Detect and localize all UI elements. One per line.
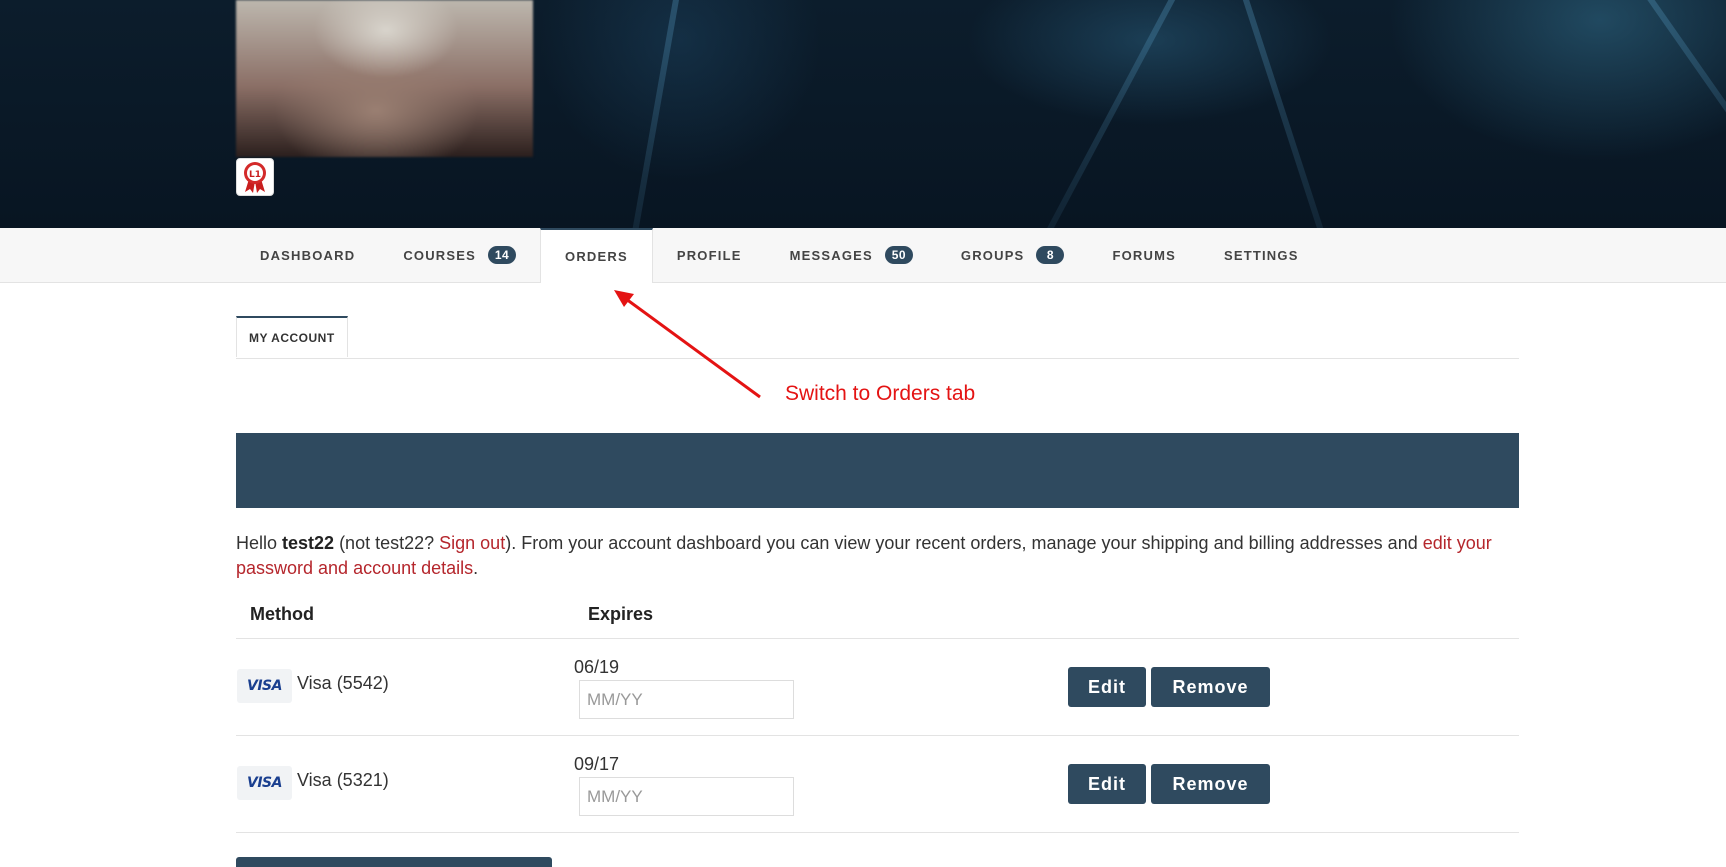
count-badge: 14 — [488, 246, 517, 264]
tab-my-account[interactable]: MY ACCOUNT — [236, 316, 348, 357]
achievement-badge-icon[interactable]: L1 — [236, 158, 274, 196]
tab-label: GROUPS — [960, 247, 1025, 263]
tab-dashboard[interactable]: DASHBOARD — [236, 228, 379, 282]
add-payment-method-button[interactable] — [236, 857, 552, 867]
tab-label: DASHBOARD — [260, 247, 356, 263]
cover-light-ray — [993, 0, 1196, 228]
count-badge: 8 — [1036, 246, 1065, 264]
column-header-method: Method — [250, 604, 314, 624]
account-subtabs: MY ACCOUNT — [236, 316, 1519, 359]
account-intro-text: Hello test22 (not test22? Sign out). Fro… — [236, 531, 1519, 581]
visa-card-icon: VISA — [237, 669, 292, 703]
profile-avatar[interactable] — [236, 0, 533, 157]
payment-methods-table: Method Expires VISAVisa (5542)06/19EditR… — [236, 598, 1519, 833]
tab-label: SETTINGS — [1223, 247, 1299, 263]
count-badge: 50 — [884, 246, 913, 264]
visa-card-icon: VISA — [237, 766, 292, 800]
tab-label: FORUMS — [1112, 247, 1176, 263]
svg-text:L1: L1 — [249, 170, 261, 180]
edit-button[interactable]: Edit — [1068, 667, 1146, 707]
expiry-input[interactable] — [579, 777, 794, 816]
tab-label: COURSES — [403, 247, 477, 263]
sign-out-link[interactable]: Sign out — [439, 533, 505, 553]
expiry-date: 09/17 — [574, 754, 620, 774]
profile-nav: DASHBOARD COURSES 14 ORDERS PROFILE MESSAGES 5… — [236, 228, 1323, 283]
table-header: Method Expires — [236, 598, 1519, 639]
profile-nav-bar: DASHBOARD COURSES 14 ORDERS PROFILE MESSAGES 5… — [0, 228, 1726, 283]
cover-light-ray — [1230, 0, 1366, 228]
remove-button[interactable]: Remove — [1151, 667, 1270, 707]
annotation-arrow-icon — [614, 290, 761, 399]
tab-groups[interactable]: GROUPS 8 — [937, 228, 1089, 282]
tab-messages[interactable]: MESSAGES 50 — [766, 228, 937, 282]
tab-courses[interactable]: COURSES 14 — [379, 228, 540, 282]
username-text: test22 — [282, 533, 335, 553]
edit-button[interactable]: Edit — [1068, 764, 1146, 804]
tab-settings[interactable]: SETTINGS — [1200, 228, 1323, 282]
ribbon-award-icon: L1 — [244, 162, 266, 193]
tab-label: MESSAGES — [789, 247, 873, 263]
intro-body-text: ). From your account dashboard you can v… — [505, 533, 1423, 553]
cover-light-ray — [607, 0, 686, 228]
tab-profile[interactable]: PROFILE — [653, 228, 766, 282]
not-user-text: (not test22? — [334, 533, 440, 553]
cover-light-ray — [1620, 0, 1726, 228]
profile-cover-banner: L1 — [0, 0, 1726, 228]
payment-method-name: Visa (5321) — [297, 770, 389, 790]
account-notice-bar — [236, 433, 1519, 508]
tab-forums[interactable]: FORUMS — [1088, 228, 1200, 282]
expiry-date: 06/19 — [574, 657, 620, 677]
intro-end-text: . — [473, 558, 479, 578]
tab-orders[interactable]: ORDERS — [540, 228, 653, 283]
table-row: VISAVisa (5321) 09/17 EditRemove — [236, 736, 1519, 833]
remove-button[interactable]: Remove — [1151, 764, 1270, 804]
expiry-input[interactable] — [579, 680, 794, 719]
tab-label: ORDERS — [565, 249, 628, 264]
greeting-text: Hello — [236, 533, 283, 553]
column-header-expires: Expires — [588, 604, 654, 624]
table-row: VISAVisa (5542) 06/19 EditRemove — [236, 639, 1519, 736]
annotation-label: Switch to Orders tab — [785, 382, 976, 405]
payment-method-name: Visa (5542) — [297, 673, 389, 693]
tab-label: PROFILE — [676, 247, 742, 263]
